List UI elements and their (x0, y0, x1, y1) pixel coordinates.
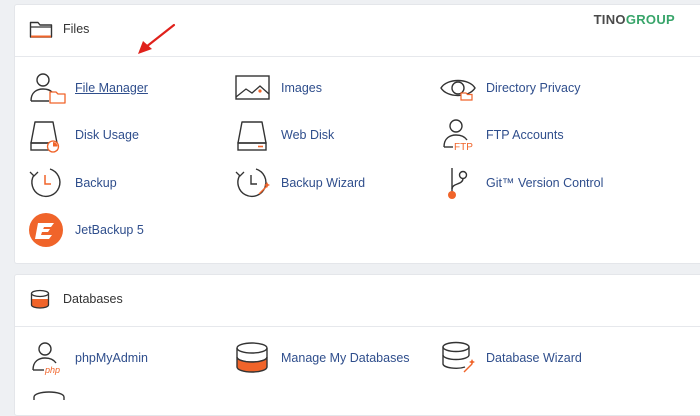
tool-label: Web Disk (281, 128, 335, 142)
svg-text:php: php (44, 365, 60, 375)
jetbackup-icon (29, 213, 63, 247)
backup-icon (29, 168, 61, 198)
tool-label: JetBackup 5 (75, 223, 144, 237)
files-header[interactable]: Files TINOGROUP (15, 5, 700, 57)
phpmyadmin-icon: php (32, 342, 60, 375)
database-wizard-icon (442, 341, 475, 373)
databases-panel: Databases (14, 274, 700, 416)
tool-label: Manage My Databases (281, 351, 410, 365)
tool-label: phpMyAdmin (75, 351, 148, 365)
files-title: Files (63, 22, 90, 36)
folder-icon (29, 21, 53, 38)
tool-label: Backup Wizard (281, 176, 366, 190)
databases-header[interactable]: Databases (15, 275, 700, 327)
brand-part2: GROUP (625, 12, 675, 27)
database-icon (30, 289, 50, 309)
database-icon (33, 391, 65, 400)
tool-label: Git™ Version Control (486, 176, 604, 190)
manage-databases-icon (236, 342, 268, 373)
directory-privacy-icon (440, 79, 476, 101)
backup-wizard-icon (235, 168, 270, 198)
tool-label: Disk Usage (75, 128, 139, 142)
git-icon (448, 168, 468, 199)
databases-title: Databases (63, 292, 123, 306)
brand-logo: TINOGROUP (594, 12, 675, 27)
tool-label: File Manager (75, 81, 148, 95)
images-icon (235, 75, 270, 100)
tool-label: Images (281, 81, 322, 95)
file-manager-icon (30, 73, 66, 104)
svg-text:FTP: FTP (454, 142, 473, 153)
disk-usage-icon (30, 121, 60, 153)
tool-label: FTP Accounts (486, 128, 564, 142)
web-disk-icon (237, 121, 267, 151)
red-arrow-icon (138, 23, 176, 54)
ftp-accounts-icon: FTP (443, 119, 473, 153)
tool-label: Database Wizard (486, 351, 582, 365)
tool-label: Backup (75, 176, 117, 190)
brand-part1: TINO (593, 12, 626, 27)
tool-label: Directory Privacy (486, 81, 581, 95)
